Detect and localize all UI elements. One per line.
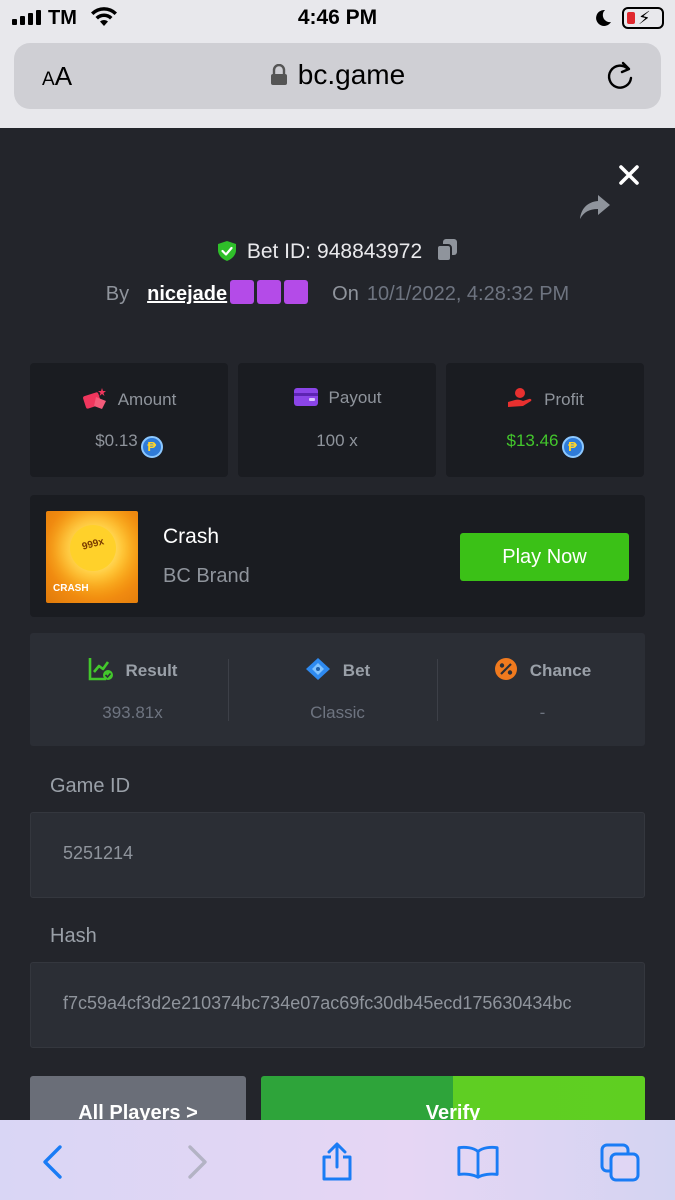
copy-icon[interactable] [436, 238, 458, 268]
column-divider [228, 659, 229, 721]
bookmarks-book-icon[interactable] [456, 1140, 500, 1184]
currency-coin-icon: ₱ [561, 436, 584, 458]
bet-label: Bet [342, 661, 371, 680]
bet-details-modal: Bet ID: 948843972 By nicejade On 10/1/2022, … [0, 128, 675, 1120]
address-bar[interactable]: AA bc.game [14, 43, 661, 109]
back-chevron-icon[interactable] [30, 1140, 74, 1184]
emoji-square [230, 280, 255, 304]
tabs-icon[interactable] [598, 1140, 642, 1184]
wallet-icon [293, 387, 319, 412]
chance-percent-icon [494, 657, 518, 686]
reload-icon[interactable] [604, 59, 636, 98]
clock: 4:46 PM [297, 6, 378, 29]
profit-value: $13.46 [506, 431, 559, 450]
game-brand: BC Brand [163, 565, 250, 587]
hash-field[interactable]: f7c59a4cf3d2e210374bc734e07ac69fc30db45e… [30, 962, 645, 1048]
crash-game-thumbnail[interactable]: 999x CRASH [46, 511, 138, 603]
hash-label: Hash [50, 925, 97, 947]
close-icon[interactable] [612, 158, 646, 192]
result-value: 393.81x [102, 703, 163, 722]
amount-icon [82, 387, 108, 414]
bet-id: Bet ID: 948843972 [0, 238, 675, 268]
game-id-value: 5251214 [63, 843, 134, 863]
bet-author-row: By nicejade On 10/1/2022, 4:28:32 PM [0, 280, 675, 306]
thumbnail-title: CRASH [53, 583, 89, 594]
status-bar: TM 4:46 PM ⚡ [0, 0, 675, 38]
payout-card: Payout 100 x [238, 363, 436, 477]
hash-value: f7c59a4cf3d2e210374bc734e07ac69fc30db45e… [63, 993, 572, 1013]
game-id-field[interactable]: 5251214 [30, 812, 645, 898]
share-icon[interactable] [315, 1140, 359, 1184]
bet-details-card: Result 393.81x Bet Classic Chance - [30, 633, 645, 746]
verified-shield-icon [217, 240, 237, 268]
battery-charging-icon: ⚡ [622, 7, 664, 29]
amount-label: Amount [117, 390, 177, 409]
profit-card: Profit $13.46 ₱ [446, 363, 644, 477]
emoji-square [257, 280, 282, 304]
amount-card: Amount $0.13 ₱ [30, 363, 228, 477]
bet-id-value: 948843972 [317, 240, 423, 263]
chance-column: Chance - [440, 633, 645, 746]
verify-button[interactable]: Verify [261, 1076, 645, 1120]
bottom-actions: All Players > Verify [30, 1076, 645, 1120]
amount-value: $0.13 [95, 431, 138, 450]
result-column: Result 393.81x [30, 633, 235, 746]
bet-diamond-icon [305, 657, 331, 686]
payout-value: 100 x [316, 431, 358, 450]
do-not-disturb-moon-icon [593, 8, 613, 33]
url-text: bc.game [297, 59, 406, 90]
by-label: By [105, 283, 130, 305]
forward-chevron-icon[interactable] [176, 1140, 220, 1184]
bet-id-label: Bet ID: [246, 240, 312, 263]
emoji-square [284, 280, 309, 304]
play-now-button[interactable]: Play Now [460, 533, 629, 581]
game-name: Crash [163, 525, 220, 548]
chance-label: Chance [529, 661, 592, 680]
bet-column: Bet Classic [235, 633, 440, 746]
column-divider [437, 659, 438, 721]
on-label: On [332, 283, 359, 305]
bet-value: Classic [310, 703, 365, 722]
profit-label: Profit [544, 390, 584, 409]
lock-icon [270, 61, 288, 93]
result-label: Result [125, 661, 178, 680]
profit-hand-icon [506, 387, 534, 414]
browser-top-bar: AA bc.game [0, 38, 675, 128]
bet-date: 10/1/2022, 4:28:32 PM [366, 283, 570, 305]
share-arrow-icon[interactable] [578, 192, 612, 222]
all-players-button[interactable]: All Players > [30, 1076, 246, 1120]
chance-value: - [539, 703, 546, 722]
payout-label: Payout [328, 388, 382, 407]
browser-toolbar [0, 1120, 675, 1200]
currency-coin-icon: ₱ [140, 436, 163, 458]
username-link[interactable]: nicejade [147, 280, 309, 305]
game-card: 999x CRASH Crash BC Brand Play Now [30, 495, 645, 617]
game-id-label: Game ID [50, 775, 131, 797]
result-chart-icon [88, 657, 114, 686]
bet-stats: Amount $0.13 ₱ Payout 100 x Profit $13.46… [30, 363, 645, 477]
